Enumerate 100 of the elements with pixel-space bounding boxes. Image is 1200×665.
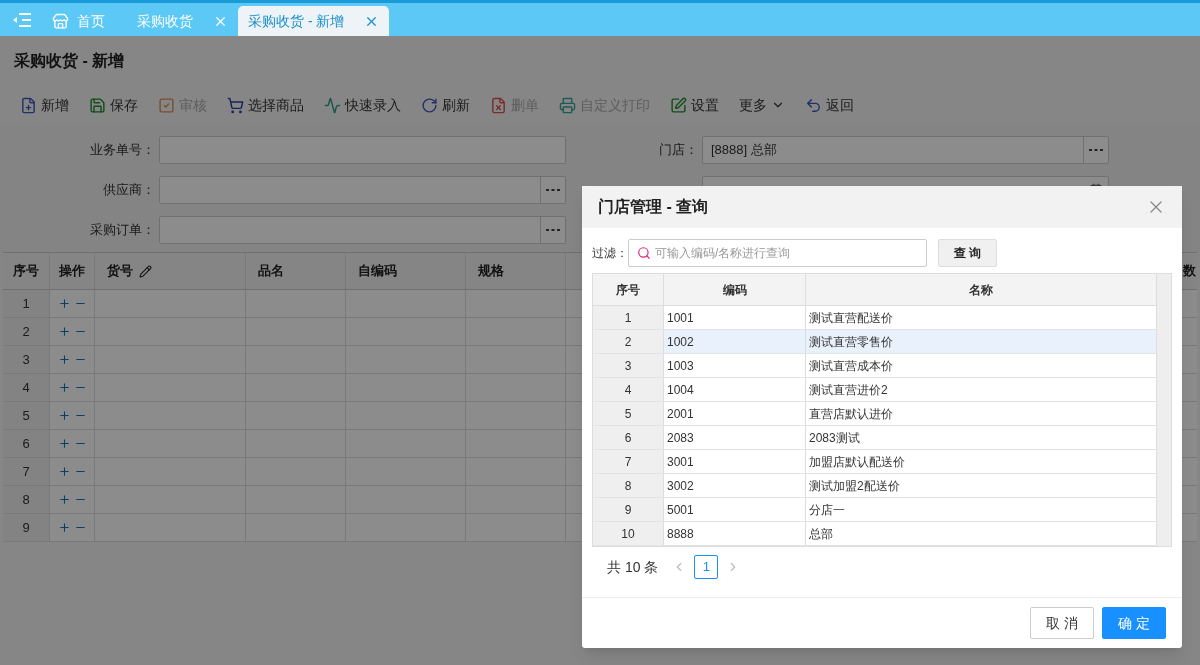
menu-icon[interactable] [12,12,32,28]
undo-icon [805,96,822,114]
refresh-icon [421,96,438,114]
page-button[interactable]: 1 [694,555,719,579]
table-row[interactable]: 6 2083 2083测试 [593,426,1157,450]
row-number: 5 [593,402,664,425]
add-row-button[interactable] [57,465,71,478]
add-row-button[interactable] [57,493,71,506]
save-icon [89,96,106,114]
ellipsis-icon [546,228,560,232]
tab[interactable]: 采购收货 - 新增 [238,6,390,36]
table-row[interactable]: 2 1002 测试直营零售价 [593,330,1157,354]
toolbar-button[interactable]: 新增 [20,94,69,116]
table-cell: 3001 [664,450,806,473]
table-cell: 2001 [664,402,806,425]
table-cell: 1002 [664,330,806,353]
table-row[interactable]: 9 5001 分店一 [593,498,1157,522]
add-row-button[interactable] [57,297,71,310]
pencil-icon [139,264,152,278]
table-row[interactable]: 1 1001 测试直营配送价 [593,306,1157,330]
row-number: 1 [3,290,50,317]
table-row[interactable]: 8 3002 测试加盟2配送价 [593,474,1157,498]
table-cell: 3002 [664,474,806,497]
row-number: 9 [593,498,664,521]
row-number: 4 [3,374,50,401]
field-label: 业务单号： [90,142,155,158]
field-value: [8888] 总部 [711,141,777,160]
cart-icon [227,96,244,114]
store-icon [52,12,69,30]
input-field[interactable]: [8888] 总部 [702,136,1109,164]
add-row-button[interactable] [57,409,71,422]
toolbar-button[interactable]: 刷新 [421,94,470,116]
table-row[interactable]: 3 1003 测试直营成本价 [593,354,1157,378]
new-file-icon [20,96,37,114]
table-row[interactable]: 10 8888 总部 [593,522,1157,546]
table-row[interactable]: 4 1004 测试直营进价2 [593,378,1157,402]
ellipsis-icon [546,188,560,192]
toolbar-button[interactable]: 保存 [89,94,138,116]
search-icon [637,246,651,260]
row-number: 3 [3,346,50,373]
add-row-button[interactable] [57,521,71,534]
column-header: 货号 [107,262,133,281]
toolbar-button[interactable]: 设置 [670,94,719,116]
column-header: 序号 [593,274,664,305]
add-row-button[interactable] [57,437,71,450]
column-header: 数 [1183,262,1196,281]
row-number: 9 [3,514,50,541]
toolbar-button[interactable]: 返回 [805,94,854,116]
table-cell: 8888 [664,522,806,545]
row-number: 3 [593,354,664,377]
printer-icon [559,96,576,114]
row-number: 8 [593,474,664,497]
dialog-title: 门店管理 - 查询 [598,197,709,217]
column-header: 编码 [664,274,806,305]
row-number: 6 [593,426,664,449]
add-row-button[interactable] [57,381,71,394]
table-cell: 1001 [664,306,806,329]
column-header: 操作 [59,262,85,281]
edit-icon [670,96,687,114]
row-number: 2 [593,330,664,353]
row-number: 4 [593,378,664,401]
column-header: 规格 [478,262,504,281]
toolbar-button[interactable]: 更多 [739,94,785,116]
table-cell: 2083 [664,426,806,449]
cancel-button[interactable]: 取 消 [1030,607,1094,639]
delete-file-icon [490,96,507,114]
search-field[interactable]: 可输入编码/名称进行查询 [628,239,927,267]
input-field[interactable] [159,136,566,164]
add-row-button[interactable] [57,325,71,338]
confirm-button[interactable]: 确 定 [1102,607,1166,639]
row-number: 7 [593,450,664,473]
input-field[interactable] [159,216,566,244]
column-header: 序号 [13,262,39,281]
column-header: 品名 [258,262,284,281]
total-count: 共 10 条 [607,557,659,577]
table-row[interactable]: 7 3001 加盟店默认配送价 [593,450,1157,474]
filter-label: 过滤： [592,245,628,262]
table-row[interactable]: 5 2001 直营店默认进价 [593,402,1157,426]
row-number: 5 [3,402,50,429]
table-cell: 5001 [664,498,806,521]
field-label: 门店： [659,142,698,158]
row-number: 7 [3,458,50,485]
table-cell: 1004 [664,378,806,401]
field-label: 供应商： [103,182,155,198]
field-label: 采购订单： [90,222,155,238]
row-number: 10 [593,522,664,545]
add-row-button[interactable] [57,353,71,366]
row-number: 8 [3,486,50,513]
checkbox-icon [158,96,175,114]
input-field[interactable] [159,176,566,204]
search-button[interactable]: 查 询 [938,239,997,267]
row-number: 6 [3,430,50,457]
row-number: 2 [3,318,50,345]
ellipsis-icon [1089,148,1103,152]
row-number: 1 [593,306,664,329]
page-title: 采购收货 - 新增 [14,51,125,72]
toolbar-button[interactable]: 快速录入 [324,94,401,116]
pulse-icon [324,96,341,114]
toolbar-button[interactable]: 选择商品 [227,94,304,116]
table-cell: 1003 [664,354,806,377]
